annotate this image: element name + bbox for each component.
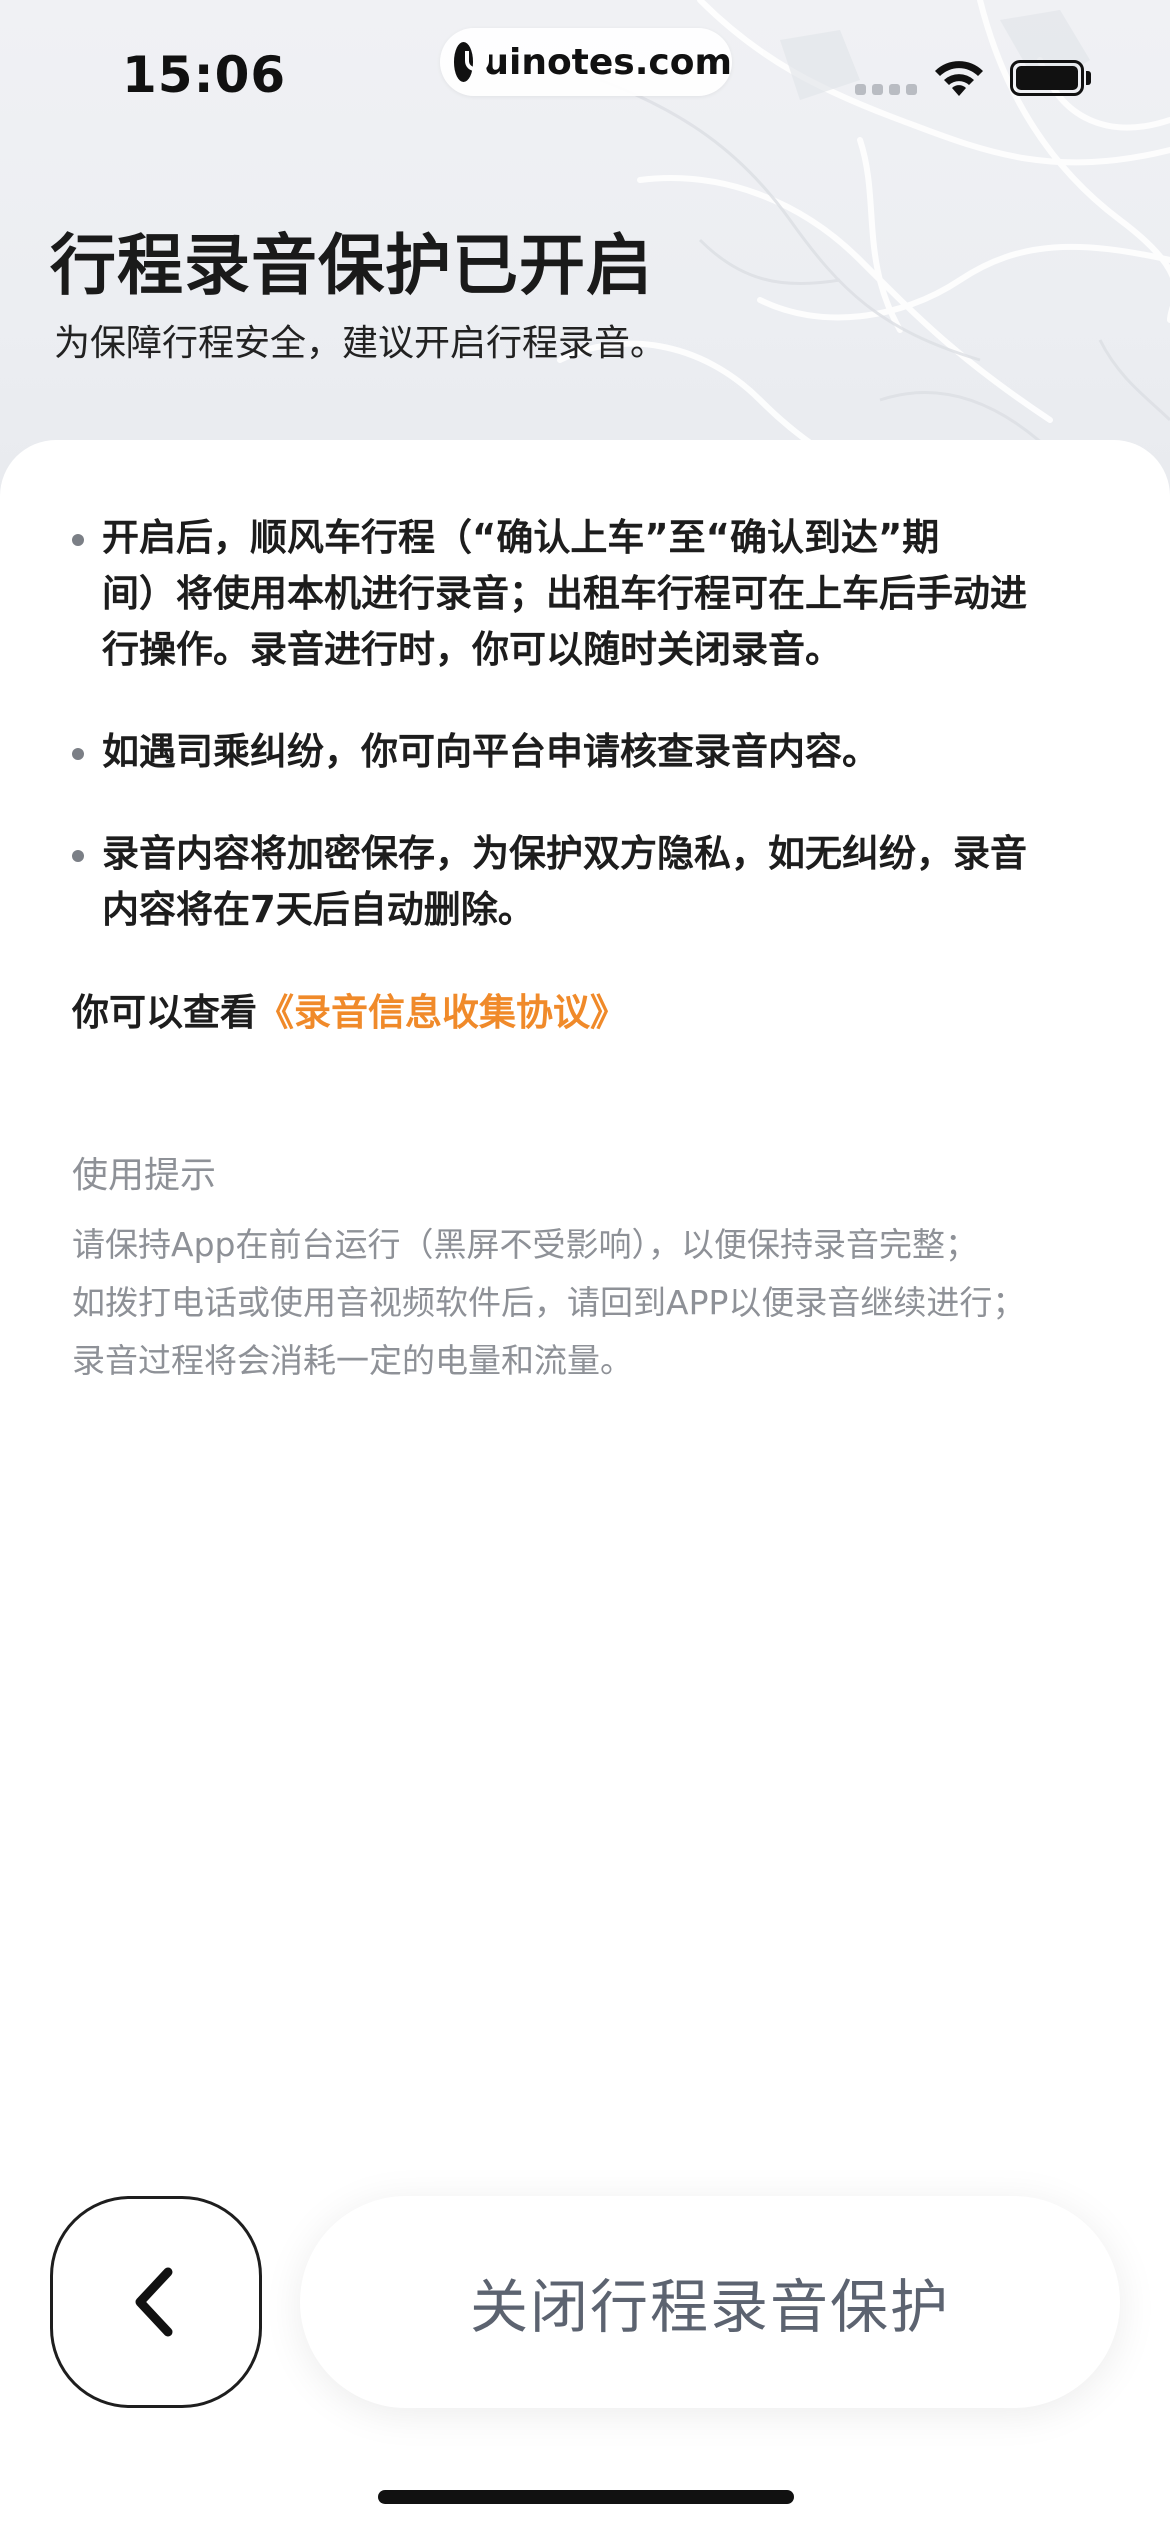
battery-icon [1010,60,1084,96]
info-bullet-list: 开启后，顺风车行程（“确认上车”至“确认到达”期 间）将使用本机进行录音；出租车… [72,510,1102,984]
tips-list: 请保持App在前台运行（黑屏不受影响），以便保持录音完整； 如拨打电话或使用音视… [72,1216,1025,1390]
bullet-item-recording-scope: 开启后，顺风车行程（“确认上车”至“确认到达”期 间）将使用本机进行录音；出租车… [72,510,1102,678]
tip-line: 如拨打电话或使用音视频软件后，请回到APP以便录音继续进行； [72,1283,1026,1322]
agreement-prefix: 你可以查看 [72,991,257,1034]
agreement-line: 你可以查看《录音信息收集协议》 [72,982,627,1036]
chevron-left-icon [135,2267,173,2337]
agreement-link[interactable]: 《录音信息收集协议》 [257,991,627,1034]
page-subtitle: 为保障行程安全，建议开启行程录音。 [54,323,667,364]
cellular-signal-icon [855,84,917,95]
tip-line: 请保持App在前台运行（黑屏不受影响），以便保持录音完整； [72,1225,978,1264]
status-time: 15:06 [122,46,287,104]
battery-cap [1086,71,1091,85]
tip-line: 录音过程将会消耗一定的电量和流量。 [72,1341,633,1380]
url-text: uinotes.com [483,41,732,83]
url-pill: uinotes.com [440,28,732,96]
back-button[interactable] [50,2196,262,2408]
uinotes-logo-icon [454,42,490,82]
wifi-icon [935,61,983,96]
bullet-item-encryption: 录音内容将加密保存，为保护双方隐私，如无纠纷，录音 内容将在7天后自动删除。 [72,826,1102,938]
bullet-item-dispute: 如遇司乘纠纷，你可向平台申请核查录音内容。 [72,724,1102,780]
home-indicator [378,2490,794,2504]
tips-title: 使用提示 [72,1155,217,1196]
app-screen: 15:06 uinotes.com 行程录音保护已开启 为保障行程安全，建议开启… [0,0,1170,2532]
close-recording-protection-button[interactable]: 关闭行程录音保护 [300,2196,1120,2408]
page-title: 行程录音保护已开启 [50,227,653,304]
